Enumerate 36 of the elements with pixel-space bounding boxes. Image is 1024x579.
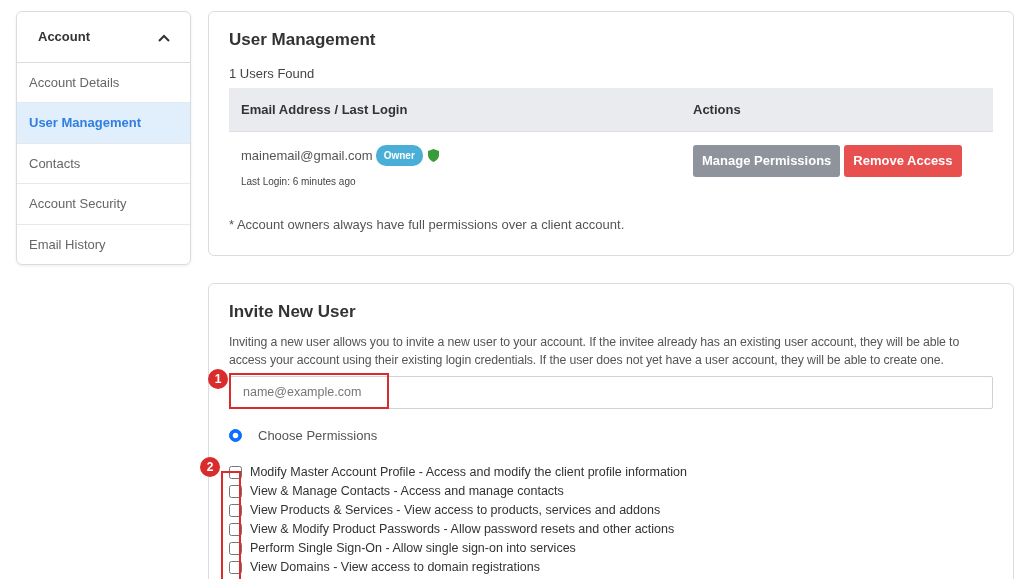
checkbox[interactable] xyxy=(229,504,242,518)
last-login: Last Login: 6 minutes ago xyxy=(241,175,357,190)
checkbox[interactable] xyxy=(229,466,242,480)
invite-description: Inviting a new user allows you to invite a new user to your account. If the invitee already has an existing user account, they will be able to access your account using their existing login credentials. If the user does not yet have a user account, they will be able to create one. xyxy=(229,334,961,370)
checkbox[interactable] xyxy=(229,542,242,556)
permission-label: Modify Master Account Profile - Access and modify the client profile information xyxy=(250,464,687,482)
sidebar-item[interactable]: Account Security xyxy=(17,184,190,225)
sidebar-item[interactable]: User Management xyxy=(17,103,190,144)
checkbox[interactable] xyxy=(229,561,242,575)
sidebar-item[interactable]: Email History xyxy=(17,224,190,264)
permission-label: View & Modify Product Passwords - Allow password resets and other actions xyxy=(250,521,675,539)
column-header: Email Address / Last Login xyxy=(241,101,408,117)
sidebar-item[interactable]: Contacts xyxy=(17,143,190,184)
step-marker: 2 xyxy=(200,457,220,478)
permission-label: View Domains - View access to domain registrations xyxy=(250,559,540,577)
checkbox[interactable] xyxy=(229,523,242,537)
chevron-icon[interactable] xyxy=(158,33,170,42)
shield-icon xyxy=(427,149,439,163)
permission-label: View & Manage Contacts - Access and manage contacts xyxy=(250,483,564,501)
manage-permissions-button[interactable]: Manage Permissions xyxy=(693,145,841,177)
permission-label: View Products & Services - View access to products, services and addons xyxy=(250,502,661,520)
owner-note: * Account owners always have full permissions over a client account. xyxy=(229,216,626,235)
permission-label: Perform Single Sign-On - Allow single sign-on into services xyxy=(250,540,576,558)
step-marker: 1 xyxy=(208,368,228,389)
email-field[interactable]: name@example.com xyxy=(229,375,993,409)
radio-button[interactable] xyxy=(229,429,242,443)
user-email: mainemail@gmail.com xyxy=(241,147,373,166)
remove-access-button[interactable]: Remove Access xyxy=(844,145,962,177)
column-header: Actions xyxy=(693,101,741,117)
checkbox[interactable] xyxy=(229,485,242,499)
sidebar-title: Account xyxy=(38,28,90,46)
radio-label: Choose Permissions xyxy=(258,426,378,445)
card-title: User Management xyxy=(229,30,377,51)
users-count: 1 Users Found xyxy=(229,65,316,84)
card-title: Invite New User xyxy=(229,301,357,323)
owner-badge: Owner xyxy=(375,145,423,167)
